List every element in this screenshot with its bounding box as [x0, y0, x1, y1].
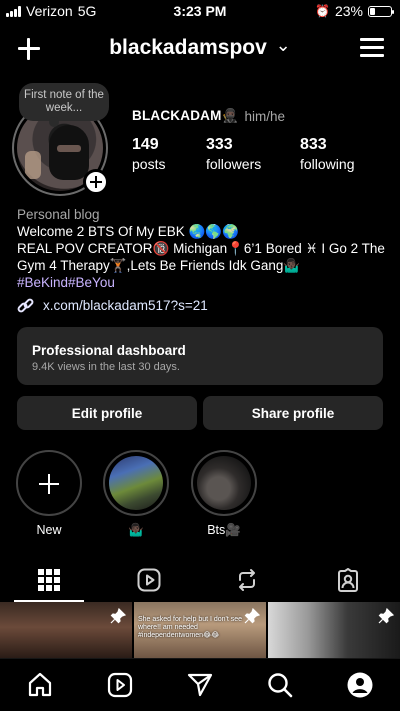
battery-icon	[368, 5, 394, 17]
stat-label: posts	[132, 156, 166, 172]
pin-icon	[378, 608, 394, 624]
posts-grid: She asked for help but I don't see where…	[0, 602, 400, 658]
grid-post[interactable]	[268, 602, 400, 658]
hamburger-menu-icon[interactable]	[360, 38, 384, 58]
display-name: BLACKADAM🥷🏿	[132, 108, 239, 123]
reels-icon	[137, 568, 161, 592]
highlight-circle	[191, 450, 257, 516]
stat-following[interactable]: 833 following	[300, 136, 354, 172]
search-icon	[268, 673, 293, 698]
highlight-label: New	[36, 523, 62, 537]
highlight-item[interactable]: Bts🎥	[191, 450, 257, 538]
alarm-icon: ⏰	[315, 4, 330, 18]
nav-home[interactable]	[26, 671, 54, 699]
nav-reels[interactable]	[106, 671, 134, 699]
highlight-label: 🤷🏿‍♂️	[128, 523, 144, 537]
bio-link[interactable]: x.com/blackadam517?s=21	[16, 296, 389, 314]
dashboard-subtitle: 9.4K views in the last 30 days.	[32, 361, 180, 373]
highlight-item[interactable]: 🤷🏿‍♂️	[103, 450, 169, 538]
username-switcher[interactable]: blackadamspov ⌄	[0, 35, 400, 60]
highlight-thumbnail	[109, 456, 163, 510]
chevron-down-icon: ⌄	[275, 35, 291, 55]
home-icon	[28, 672, 52, 697]
nav-send[interactable]	[186, 671, 214, 699]
hashtags[interactable]: #BeKind#BeYou	[17, 274, 389, 291]
grid-icon	[38, 569, 60, 591]
bio-line: Welcome 2 BTS Of My EBK 🌏🌎🌍	[17, 224, 239, 239]
highlight-thumbnail	[197, 456, 251, 510]
tab-tagged[interactable]	[313, 560, 383, 600]
stat-followers[interactable]: 333 followers	[206, 136, 261, 172]
reels-icon	[107, 672, 133, 698]
status-bar: Verizon 5G 3:23 PM ⏰ 23%	[0, 0, 400, 22]
tab-posts[interactable]	[14, 560, 84, 600]
stat-label: followers	[206, 156, 262, 172]
tagged-icon	[338, 568, 358, 592]
nav-search[interactable]	[266, 671, 294, 699]
username-label: blackadamspov	[109, 36, 267, 59]
post-caption: She asked for help but I don't see where…	[138, 616, 243, 639]
highlight-label: Bts🎥	[207, 523, 241, 537]
highlight-circle	[103, 450, 169, 516]
battery-percent: 23%	[334, 3, 363, 19]
grid-post[interactable]	[0, 602, 132, 658]
battery-fill	[370, 7, 375, 15]
edit-profile-button[interactable]: Edit profile	[17, 396, 197, 430]
bio-link-text: x.com/blackadam517?s=21	[43, 298, 208, 313]
profile-icon	[347, 672, 373, 698]
new-highlight-plus-icon	[16, 450, 82, 516]
professional-dashboard[interactable]: Professional dashboard 9.4K views in the…	[17, 327, 383, 385]
pin-icon	[110, 608, 126, 624]
reposts-icon	[239, 569, 255, 591]
stat-posts[interactable]: 149 posts	[132, 136, 165, 172]
stat-value: 149	[132, 136, 159, 153]
dashboard-title: Professional dashboard	[32, 343, 186, 358]
grid-post[interactable]: She asked for help but I don't see where…	[134, 602, 266, 658]
link-icon	[16, 296, 35, 314]
add-story-icon[interactable]	[83, 169, 109, 195]
highlight-new[interactable]: New	[16, 450, 82, 537]
content-tabs	[0, 560, 400, 602]
tab-reels[interactable]	[114, 560, 184, 600]
pronouns: him/he	[244, 108, 286, 124]
category-label: Personal blog	[17, 207, 100, 222]
share-profile-button[interactable]: Share profile	[203, 396, 383, 430]
bottom-navigation	[0, 658, 400, 711]
nav-profile[interactable]	[346, 671, 374, 699]
send-icon	[187, 673, 213, 697]
stat-label: following	[300, 156, 355, 172]
profile-header: blackadamspov ⌄	[0, 28, 400, 68]
stat-value: 833	[300, 136, 327, 153]
status-right: ⏰ 23%	[315, 3, 394, 19]
bio-line: REAL POV CREATOR🔞 Michigan📍6’1 Bored ♓ I…	[17, 241, 385, 273]
bio: Personal blog Welcome 2 BTS Of My EBK 🌏🌎…	[16, 206, 389, 314]
note-bubble[interactable]: First note of the week...	[19, 83, 109, 127]
name-row: BLACKADAM🥷🏿 him/he	[132, 108, 285, 124]
pin-icon	[244, 608, 260, 624]
tab-reposts[interactable]	[212, 560, 282, 600]
stat-value: 333	[206, 136, 233, 153]
